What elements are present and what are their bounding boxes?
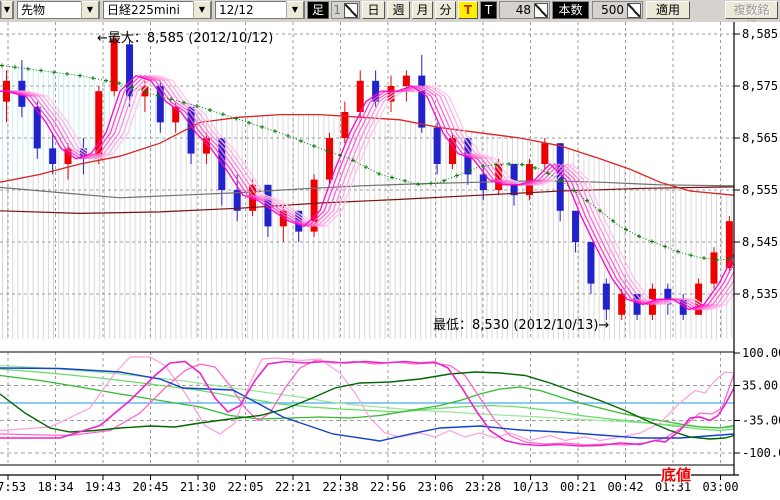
svg-text:100.00: 100.00 xyxy=(742,346,780,360)
apply-button[interactable]: 適用 xyxy=(646,1,690,19)
svg-text:-100.00: -100.00 xyxy=(742,446,780,460)
tick-size-value: 48 xyxy=(516,2,533,18)
month-button[interactable]: 月 xyxy=(412,1,433,19)
svg-text:20:45: 20:45 xyxy=(132,480,168,494)
interval-value: 1 xyxy=(333,2,343,18)
svg-text:17:53: 17:53 xyxy=(0,480,26,494)
spinner-adjust-icon[interactable] xyxy=(344,3,358,18)
bar-count-value: 500 xyxy=(601,2,626,18)
svg-text:23:28: 23:28 xyxy=(465,480,501,494)
chart-application-window: ▼ 先物 ▼ 日経225mini ▼ 12/12 ▼ 足 1 日 週 月 分 T… xyxy=(0,0,780,500)
oscillator-bottom-label: 底値 xyxy=(661,464,691,485)
svg-text:8,575: 8,575 xyxy=(742,79,778,93)
svg-text:03:00: 03:00 xyxy=(702,480,738,494)
multi-symbol-button[interactable]: 複数銘柄 xyxy=(725,1,778,19)
combo-instrument-type-value: 先物 xyxy=(18,2,81,18)
svg-text:8,545: 8,545 xyxy=(742,235,778,249)
svg-text:19:43: 19:43 xyxy=(85,480,121,494)
bar-count-spinner[interactable]: 500 xyxy=(592,1,643,19)
svg-text:8,565: 8,565 xyxy=(742,131,778,145)
combo-contract-month[interactable]: 12/12 ▼ xyxy=(215,1,305,19)
chart-region: 8,585 8,575 8,565 8,555 8,545 8,535 100.00 35.0… xyxy=(0,22,780,500)
annotation-min: 最低：8,530 (2012/10/13)→ xyxy=(433,314,609,333)
svg-text:22:05: 22:05 xyxy=(227,480,263,494)
combo-symbol[interactable]: 日経225mini ▼ xyxy=(103,1,212,19)
svg-text:10/13: 10/13 xyxy=(512,480,548,494)
svg-text:18:34: 18:34 xyxy=(37,480,73,494)
svg-text:00:21: 00:21 xyxy=(560,480,596,494)
partial-combo-button[interactable]: ▼ xyxy=(0,1,14,19)
tick-mode-button[interactable]: T xyxy=(480,1,497,19)
svg-text:8,585: 8,585 xyxy=(742,27,778,41)
svg-text:8,555: 8,555 xyxy=(742,183,778,197)
svg-text:22:21: 22:21 xyxy=(275,480,311,494)
svg-text:22:38: 22:38 xyxy=(322,480,358,494)
chevron-down-icon[interactable]: ▼ xyxy=(1,1,13,19)
interval-spinner[interactable]: 1 xyxy=(331,1,360,19)
minute-button[interactable]: 分 xyxy=(435,1,456,19)
svg-text:35.00: 35.00 xyxy=(742,379,778,393)
chevron-down-icon[interactable]: ▼ xyxy=(81,1,99,19)
ashi-button[interactable]: 足 xyxy=(307,1,329,19)
chevron-down-icon[interactable]: ▼ xyxy=(286,1,304,19)
spinner-adjust-icon[interactable] xyxy=(534,3,548,18)
price-chart-svg: 8,585 8,575 8,565 8,555 8,545 8,535 100.00 35.0… xyxy=(0,22,780,500)
toolbar: ▼ 先物 ▼ 日経225mini ▼ 12/12 ▼ 足 1 日 週 月 分 T… xyxy=(0,0,780,23)
combo-instrument-type[interactable]: 先物 ▼ xyxy=(17,1,100,19)
svg-text:22:56: 22:56 xyxy=(370,480,406,494)
tick-button[interactable]: T xyxy=(458,1,478,19)
honsu-button[interactable]: 本数 xyxy=(552,1,589,19)
svg-text:8,535: 8,535 xyxy=(742,287,778,301)
svg-text:00:42: 00:42 xyxy=(607,480,643,494)
svg-text:21:30: 21:30 xyxy=(180,480,216,494)
week-button[interactable]: 週 xyxy=(387,1,410,19)
tick-size-spinner[interactable]: 48 xyxy=(499,1,550,19)
svg-text:-35.00: -35.00 xyxy=(742,414,780,428)
svg-text:23:06: 23:06 xyxy=(417,480,453,494)
chevron-down-icon[interactable]: ▼ xyxy=(193,1,211,19)
day-button[interactable]: 日 xyxy=(362,1,385,19)
combo-contract-month-value: 12/12 xyxy=(216,2,286,18)
annotation-max: ←最大：8,585 (2012/10/12) xyxy=(97,27,273,46)
spinner-adjust-icon[interactable] xyxy=(627,3,641,18)
combo-symbol-value: 日経225mini xyxy=(104,2,193,18)
